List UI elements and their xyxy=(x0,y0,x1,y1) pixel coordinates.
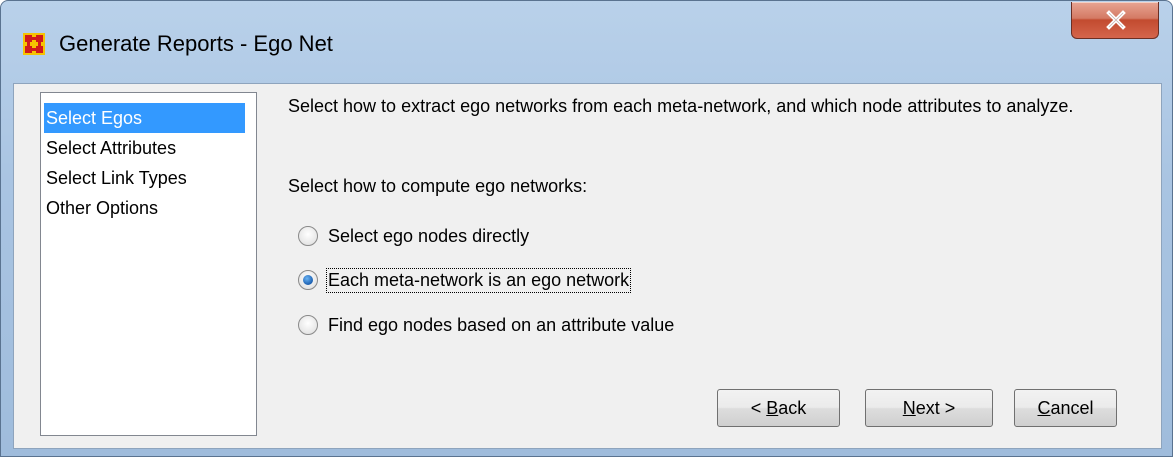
radio-label: Each meta-network is an ego network xyxy=(325,267,632,293)
radio-button-checked[interactable] xyxy=(298,270,318,290)
dialog-window: Generate Reports - Ego Net Select Egos S… xyxy=(0,0,1173,457)
radio-label: Find ego nodes based on an attribute val… xyxy=(328,314,675,335)
next-button[interactable]: Next > xyxy=(865,389,993,427)
section-label: Select how to compute ego networks: xyxy=(288,176,588,196)
close-button[interactable] xyxy=(1071,2,1159,39)
radio-button[interactable] xyxy=(298,226,318,246)
close-icon xyxy=(1106,10,1126,30)
network-grid-icon xyxy=(23,33,45,55)
back-button[interactable]: < Back xyxy=(717,389,840,427)
step-list: Select Egos Select Attributes Select Lin… xyxy=(40,92,257,436)
next-button-mnemonic: N xyxy=(902,397,916,418)
step-item-select-link-types[interactable]: Select Link Types xyxy=(44,163,245,193)
cancel-button-mnemonic: C xyxy=(1037,397,1051,418)
radio-label: Select ego nodes directly xyxy=(328,225,530,246)
option-select-ego-nodes-directly[interactable]: Select ego nodes directly xyxy=(298,222,529,250)
cancel-button-rest: ancel xyxy=(1050,397,1094,418)
step-item-select-egos[interactable]: Select Egos xyxy=(44,103,245,133)
next-button-rest: ext > xyxy=(915,397,956,418)
step-item-select-attributes[interactable]: Select Attributes xyxy=(44,133,245,163)
option-find-ego-by-attribute[interactable]: Find ego nodes based on an attribute val… xyxy=(298,311,674,339)
back-button-mnemonic: B xyxy=(766,397,779,418)
step-description: Select how to extract ego networks from … xyxy=(288,96,1074,116)
radio-button[interactable] xyxy=(298,315,318,335)
back-button-prefix: < xyxy=(750,397,767,418)
step-item-other-options[interactable]: Other Options xyxy=(44,193,245,223)
cancel-button[interactable]: Cancel xyxy=(1014,389,1117,427)
window-title: Generate Reports - Ego Net xyxy=(59,31,333,56)
option-each-meta-network-ego[interactable]: Each meta-network is an ego network xyxy=(298,266,632,294)
back-button-rest: ack xyxy=(778,397,807,418)
title-bar[interactable]: Generate Reports - Ego Net xyxy=(1,1,1172,83)
dialog-body: Select Egos Select Attributes Select Lin… xyxy=(13,83,1162,449)
